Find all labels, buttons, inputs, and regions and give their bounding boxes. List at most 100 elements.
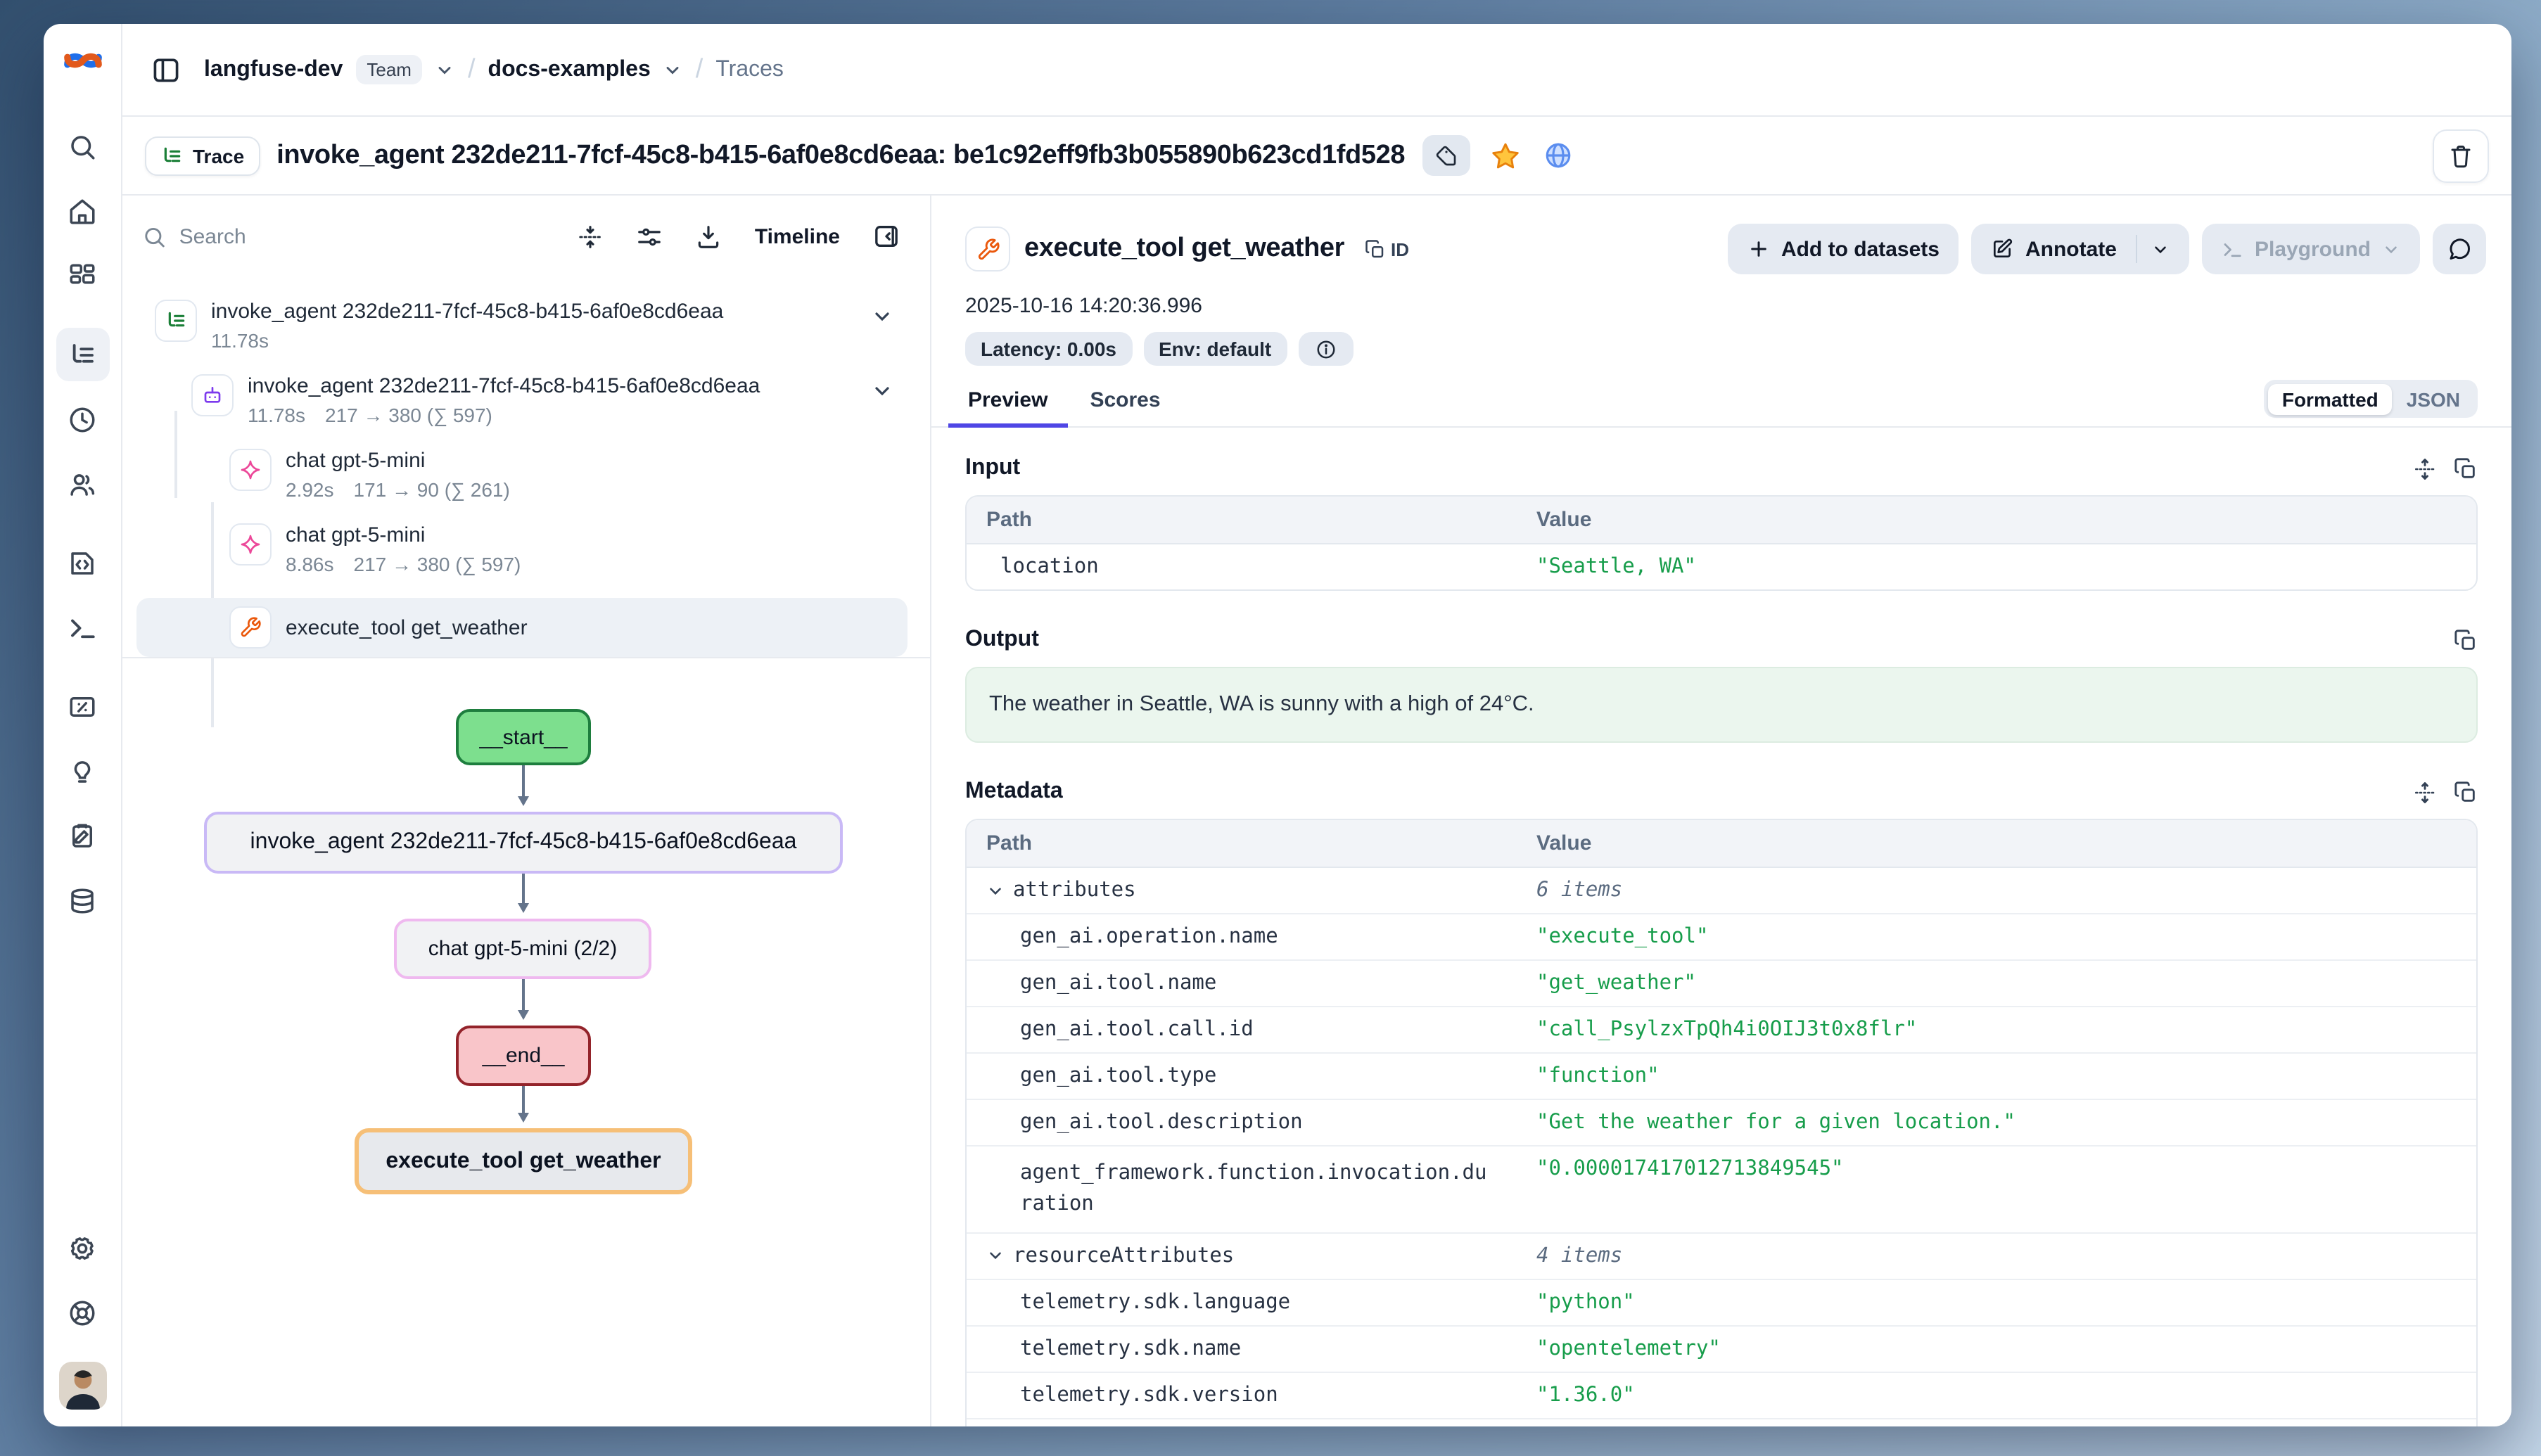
generation-sparkle-icon — [229, 449, 272, 491]
graph-node-end[interactable]: __end__ — [456, 1026, 591, 1086]
chevron-down-icon[interactable] — [986, 1247, 1005, 1265]
span-duration: 11.78s — [211, 329, 269, 352]
table-row[interactable]: gen_ai.tool.type "function" — [967, 1054, 2476, 1100]
playground-button[interactable]: Playground — [2203, 224, 2420, 274]
table-header: Path Value — [967, 820, 2476, 868]
sidebar-evaluation-icon[interactable] — [56, 679, 109, 733]
search-input[interactable] — [179, 224, 555, 248]
trace-title-bar: Trace invoke_agent 232de211-7fcf-45c8-b4… — [122, 115, 2511, 196]
tree-search[interactable] — [142, 223, 555, 250]
tab-preview[interactable]: Preview — [965, 380, 1050, 426]
table-group-row[interactable]: resourceAttributes 4 items — [967, 1234, 2476, 1280]
copy-icon[interactable] — [2454, 628, 2478, 652]
trace-span-tree: invoke_agent 232de211-7fcf-45c8-b415-6af… — [122, 277, 930, 657]
chevron-down-icon[interactable] — [871, 380, 893, 402]
environment-chip: Env: default — [1143, 332, 1287, 366]
timeline-toggle[interactable]: Timeline — [744, 224, 851, 248]
table-group-row[interactable]: attributes 6 items — [967, 868, 2476, 914]
table-row[interactable]: location "Seattle, WA" — [967, 544, 2476, 589]
chevron-down-icon[interactable] — [986, 881, 1005, 900]
download-icon[interactable] — [684, 212, 732, 260]
chevron-down-icon[interactable] — [663, 60, 683, 79]
tree-item-root-trace[interactable]: invoke_agent 232de211-7fcf-45c8-b415-6af… — [122, 300, 913, 352]
breadcrumb-project[interactable]: docs-examples — [488, 57, 651, 82]
sidebar-sessions-icon[interactable] — [56, 392, 109, 446]
copy-id-control[interactable]: ID — [1364, 238, 1409, 260]
view-settings-icon[interactable] — [625, 212, 673, 260]
tree-item-generation-1[interactable]: chat gpt-5-mini 2.92s171 → 90 (∑ 261) — [122, 449, 913, 501]
row-value: "call_PsylzxTpQh4i0OIJ3t0x8flr" — [1517, 1007, 2476, 1052]
breadcrumb-page[interactable]: Traces — [715, 57, 784, 82]
row-path: service.name — [967, 1419, 1517, 1426]
table-row[interactable]: gen_ai.tool.description "Get the weather… — [967, 1100, 2476, 1147]
graph-node-start[interactable]: __start__ — [456, 709, 591, 765]
sidebar-search-icon[interactable] — [56, 120, 109, 173]
sidebar-support-icon[interactable] — [56, 1286, 109, 1339]
sidebar-prompts-icon[interactable] — [56, 536, 109, 589]
langfuse-logo-icon — [63, 44, 102, 77]
graph-node-execute-tool-selected[interactable]: execute_tool get_weather — [355, 1128, 692, 1194]
graph-node-chat[interactable]: chat gpt-5-mini (2/2) — [394, 919, 651, 979]
expand-vertical-icon[interactable] — [2413, 780, 2437, 804]
format-option-formatted[interactable]: Formatted — [2268, 383, 2393, 414]
span-title: execute_tool get_weather — [286, 615, 908, 639]
user-avatar[interactable] — [58, 1362, 106, 1410]
sidebar-tracing-icon[interactable] — [56, 328, 109, 381]
bookmark-star-icon[interactable] — [1486, 137, 1523, 174]
info-icon — [1315, 338, 1336, 359]
metric-chips: Latency: 0.00s Env: default — [931, 318, 2511, 366]
table-row[interactable]: telemetry.sdk.version "1.36.0" — [967, 1373, 2476, 1419]
add-to-datasets-button[interactable]: Add to datasets — [1728, 224, 1959, 274]
comments-button[interactable] — [2433, 224, 2486, 274]
metadata-section-title: Metadata — [965, 779, 1063, 805]
format-option-json[interactable]: JSON — [2393, 383, 2474, 414]
table-row[interactable]: telemetry.sdk.name "opentelemetry" — [967, 1327, 2476, 1373]
collapse-all-icon[interactable] — [566, 212, 614, 260]
sidebar-datasets-icon[interactable] — [56, 874, 109, 927]
input-section-header: Input — [965, 456, 2478, 481]
sidebar-dashboards-icon[interactable] — [56, 249, 109, 302]
row-path: attributes — [1013, 879, 1136, 902]
tree-item-tool-span-selected[interactable]: execute_tool get_weather — [136, 598, 908, 657]
sidebar-annotation-queues-icon[interactable] — [56, 809, 109, 862]
tree-item-generation-2[interactable]: chat gpt-5-mini 8.86s217 → 380 (∑ 597) — [122, 523, 913, 575]
row-path: gen_ai.operation.name — [967, 914, 1517, 959]
trace-tree-icon — [155, 300, 197, 342]
sidebar-home-icon[interactable] — [56, 184, 109, 238]
tree-toolbar: Timeline — [122, 196, 930, 277]
chevron-down-icon[interactable] — [435, 60, 455, 79]
chevron-down-icon[interactable] — [871, 305, 893, 328]
sidebar-insights-icon[interactable] — [56, 744, 109, 798]
span-title: invoke_agent 232de211-7fcf-45c8-b415-6af… — [248, 374, 848, 398]
row-path: telemetry.sdk.name — [967, 1327, 1517, 1372]
row-value: "function" — [1517, 1054, 2476, 1099]
table-row[interactable]: gen_ai.operation.name "execute_tool" — [967, 914, 2476, 961]
sidebar-users-icon[interactable] — [56, 457, 109, 511]
tree-item-agent-span[interactable]: invoke_agent 232de211-7fcf-45c8-b415-6af… — [122, 374, 913, 426]
copy-icon[interactable] — [2454, 456, 2478, 480]
tag-icon[interactable] — [1422, 135, 1470, 176]
table-row[interactable]: agent_framework.function.invocation.dura… — [967, 1147, 2476, 1234]
breadcrumb-org[interactable]: langfuse-dev — [204, 57, 343, 82]
annotate-button[interactable]: Annotate — [1972, 224, 2190, 274]
sidebar-playground-icon[interactable] — [56, 601, 109, 654]
column-value: Value — [1517, 820, 2476, 867]
table-row[interactable]: gen_ai.tool.name "get_weather" — [967, 961, 2476, 1007]
row-path: gen_ai.tool.call.id — [967, 1007, 1517, 1052]
collapse-panel-icon[interactable] — [862, 212, 910, 260]
chevron-down-icon[interactable] — [2152, 240, 2170, 258]
info-chip[interactable] — [1298, 332, 1353, 366]
expand-vertical-icon[interactable] — [2413, 456, 2437, 480]
copy-icon[interactable] — [2454, 780, 2478, 804]
public-globe-icon[interactable] — [1540, 137, 1577, 174]
row-path: gen_ai.tool.type — [967, 1054, 1517, 1099]
tab-scores[interactable]: Scores — [1087, 380, 1163, 426]
row-value: "get_weather" — [1517, 961, 2476, 1006]
table-row[interactable]: gen_ai.tool.call.id "call_PsylzxTpQh4i0O… — [967, 1007, 2476, 1054]
table-row[interactable]: telemetry.sdk.language "python" — [967, 1280, 2476, 1327]
table-row-clipped[interactable]: service.name "unknown_service" — [967, 1419, 2476, 1426]
graph-node-invoke-agent[interactable]: invoke_agent 232de211-7fcf-45c8-b415-6af… — [204, 812, 843, 874]
sidebar-toggle-icon[interactable] — [148, 51, 184, 88]
delete-trace-button[interactable] — [2433, 129, 2489, 182]
sidebar-settings-icon[interactable] — [56, 1221, 109, 1275]
